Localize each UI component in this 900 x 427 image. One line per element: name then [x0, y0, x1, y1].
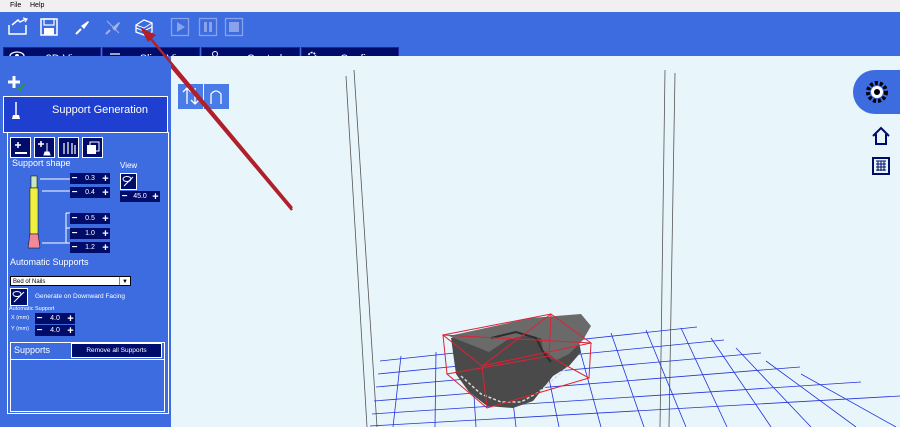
menu-help[interactable]: Help	[30, 2, 44, 9]
menu-file[interactable]: File	[10, 2, 21, 9]
build-plate-grid	[369, 326, 900, 427]
support-pin-icon	[12, 102, 20, 119]
generate-supports-icon[interactable]	[10, 288, 28, 306]
generate-downward-label[interactable]: Generate on Downward Facing	[35, 293, 125, 300]
tip-diameter-value: 0.3	[85, 175, 95, 182]
shape-connector-lines	[40, 178, 70, 244]
scene	[171, 64, 900, 427]
annotation-arrow	[171, 64, 293, 211]
view-angle-stepper[interactable]: −45.0 +	[120, 191, 160, 203]
remove-all-supports-button[interactable]: Remove all Supports	[71, 343, 162, 358]
view-label: View	[120, 161, 138, 170]
body-diameter-value: 0.5	[85, 215, 95, 222]
pause-icon[interactable]	[197, 17, 219, 37]
base-diameter-value: 1.0	[85, 230, 95, 237]
chevron-down-icon: ▼	[119, 277, 130, 285]
body-diameter-stepper[interactable]: −0.5 +	[70, 213, 110, 225]
menu-bar: File Help	[0, 0, 900, 12]
settings-tab[interactable]	[853, 70, 900, 114]
save-icon[interactable]	[38, 17, 60, 37]
slice-model-icon[interactable]	[133, 17, 155, 37]
automatic-supports-label: Automatic Supports	[10, 257, 89, 267]
settings-gear-icon	[866, 81, 888, 103]
automatic-support-caption: Automatic Support	[9, 306, 55, 312]
view-angle-value: 45.0	[133, 193, 147, 200]
tip-length-value: 0.4	[85, 189, 95, 196]
base-diameter-stepper[interactable]: −1.0 +	[70, 228, 110, 240]
open-tray-icon[interactable]	[7, 17, 29, 37]
copy-layers-icon[interactable]	[82, 137, 103, 158]
base-height-value: 1.2	[85, 244, 95, 251]
home-icon[interactable]	[871, 126, 891, 146]
base-height-stepper[interactable]: −1.2 +	[70, 242, 110, 254]
multiple-supports-icon[interactable]	[58, 137, 79, 158]
y-mm-label: Y (mm)	[11, 326, 29, 332]
y-spacing-value: 4.0	[50, 327, 60, 334]
play-icon[interactable]	[169, 17, 191, 37]
x-spacing-stepper[interactable]: −4.0 +	[35, 313, 75, 325]
support-type-select[interactable]: Bed of Nails ▼	[10, 276, 131, 286]
x-spacing-value: 4.0	[50, 315, 60, 322]
add-plus-icon[interactable]	[6, 74, 26, 94]
tip-length-stepper[interactable]: −0.4 +	[70, 187, 110, 199]
x-mm-label: X (mm)	[11, 315, 30, 321]
support-generation-header: Support Generation	[3, 96, 168, 133]
tip-diameter-stepper[interactable]: −0.3 +	[70, 173, 110, 185]
add-support-icon[interactable]	[10, 137, 31, 158]
3d-viewport[interactable]	[171, 56, 900, 427]
grid-view-icon[interactable]	[872, 157, 890, 175]
supports-label: Supports	[14, 345, 51, 355]
add-single-support-icon[interactable]	[34, 137, 55, 158]
support-type-value: Bed of Nails	[13, 279, 46, 285]
connect-plug-icon[interactable]	[72, 17, 94, 37]
disconnect-plug-icon[interactable]	[102, 17, 124, 37]
y-spacing-stepper[interactable]: −4.0 +	[35, 325, 75, 337]
panel-title: Support Generation	[52, 104, 149, 116]
stop-icon[interactable]	[223, 17, 245, 37]
support-shape-label: Support shape	[12, 158, 71, 168]
view-angle-icon[interactable]	[120, 173, 137, 190]
